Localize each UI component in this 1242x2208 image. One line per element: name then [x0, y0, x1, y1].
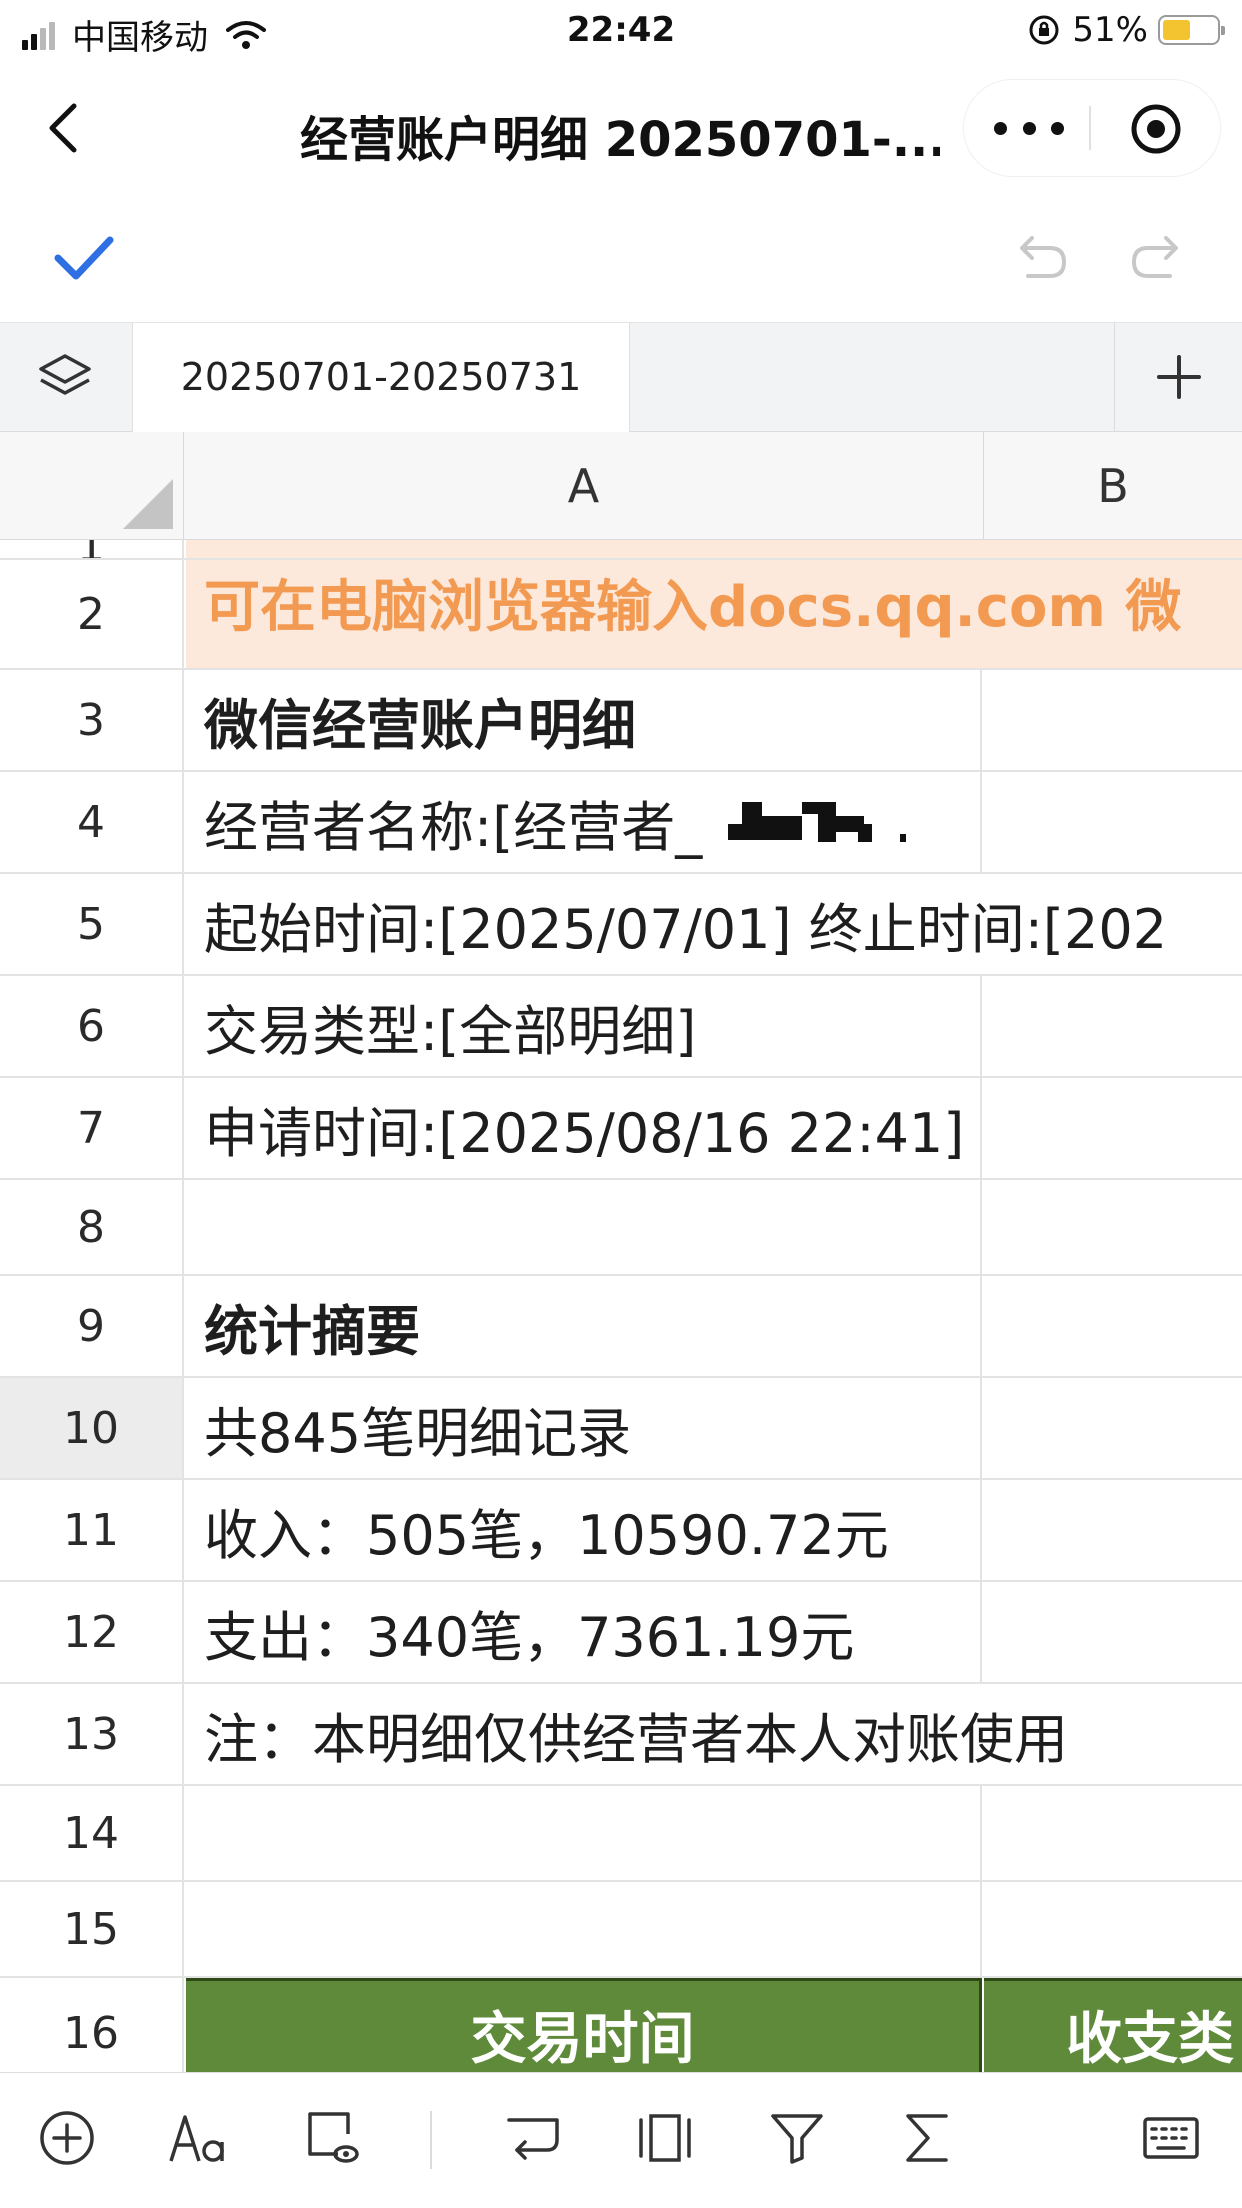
table-row[interactable]: 3 微信经营账户明细 — [0, 670, 1242, 772]
table-row[interactable]: 1 — [0, 540, 1242, 560]
cell-a[interactable] — [186, 1180, 982, 1274]
text-format-icon[interactable] — [164, 2103, 234, 2173]
rotation-lock-icon — [1029, 15, 1059, 45]
battery-fill — [1163, 20, 1190, 40]
row-number[interactable]: 13 — [0, 1684, 184, 1784]
table-row[interactable]: 4 经营者名称:[经营者_ — [0, 772, 1242, 874]
layers-icon — [39, 354, 91, 395]
sheet-tab-bar: 20250701-20250731 — [0, 322, 1242, 433]
cell-b[interactable] — [984, 1882, 1242, 1976]
row-number[interactable]: 7 — [0, 1078, 184, 1178]
table-row[interactable]: 11 收入：505笔，10590.72元 — [0, 1480, 1242, 1582]
edit-toolbar — [0, 192, 1242, 322]
row-number[interactable]: 4 — [0, 772, 184, 872]
check-icon[interactable] — [52, 230, 116, 286]
column-header-b[interactable]: B — [984, 432, 1242, 540]
cell-b[interactable] — [984, 1276, 1242, 1376]
cell-b[interactable] — [984, 772, 1242, 872]
miniprogram-capsule — [964, 80, 1220, 176]
cell-a[interactable]: 经营者名称:[经营者_ — [186, 772, 982, 872]
undo-icon[interactable] — [1010, 232, 1070, 282]
battery-percent: 51% — [1072, 10, 1148, 50]
row-number[interactable]: 8 — [0, 1180, 184, 1274]
banner-cell[interactable] — [186, 540, 1242, 558]
close-miniprogram-icon[interactable] — [1129, 102, 1183, 156]
row-number[interactable]: 15 — [0, 1882, 184, 1976]
cell-b[interactable] — [984, 1786, 1242, 1880]
nav-bar: 经营账户明细 20250701-... — [0, 62, 1242, 192]
table-row[interactable]: 2 可在电脑浏览器输入docs.qq.com 微 — [0, 560, 1242, 670]
column-header-a[interactable]: A — [184, 432, 984, 540]
table-row[interactable]: 6 交易类型:[全部明细] — [0, 976, 1242, 1078]
tab-sheet-active[interactable]: 20250701-20250731 — [132, 323, 630, 433]
cell-a[interactable]: 起始时间:[2025/07/01] 终止时间:[202 — [186, 874, 1242, 974]
table-row[interactable]: 15 — [0, 1882, 1242, 1978]
operator-name-text: 经营者名称:[经营者_ — [204, 795, 703, 859]
corner-triangle-icon — [123, 479, 173, 529]
wrap-text-icon[interactable] — [498, 2103, 568, 2173]
cell-a[interactable]: 交易类型:[全部明细] — [186, 976, 982, 1076]
table-row[interactable]: 8 — [0, 1180, 1242, 1276]
insert-icon[interactable] — [32, 2103, 102, 2173]
spreadsheet-grid[interactable]: A B 1 2 可在电脑浏览器输入docs.qq.com 微 3 微信经营账户明… — [0, 432, 1242, 2072]
row-number[interactable]: 11 — [0, 1480, 184, 1580]
sheet-list-button[interactable] — [0, 323, 130, 431]
row-number[interactable]: 6 — [0, 976, 184, 1076]
cell-b[interactable] — [984, 670, 1242, 770]
cell-b[interactable] — [984, 1582, 1242, 1682]
page-title: 经营账户明细 20250701-... — [300, 112, 940, 168]
row-number[interactable]: 16 — [0, 1978, 184, 2072]
row-number[interactable]: 1 — [0, 540, 184, 558]
add-sheet-button[interactable] — [1114, 323, 1242, 431]
keyboard-icon[interactable] — [1136, 2103, 1206, 2173]
cell-b[interactable] — [984, 1078, 1242, 1178]
sum-icon[interactable] — [892, 2103, 962, 2173]
table-row[interactable]: 7 申请时间:[2025/08/16 22:41] — [0, 1078, 1242, 1180]
table-row[interactable]: 13 注：本明细仅供经营者本人对账使用 — [0, 1684, 1242, 1786]
row-number[interactable]: 9 — [0, 1276, 184, 1376]
cell-b[interactable] — [984, 1480, 1242, 1580]
column-title-transaction-time[interactable]: 交易时间 — [186, 1978, 982, 2072]
table-row[interactable]: 16 交易时间 收支类 — [0, 1978, 1242, 2072]
table-row[interactable]: 14 — [0, 1786, 1242, 1882]
cell-b[interactable] — [984, 976, 1242, 1076]
status-right: 51% — [1028, 10, 1225, 50]
cell-a[interactable]: 共845笔明细记录 — [186, 1378, 982, 1478]
table-row[interactable]: 12 支出：340笔，7361.19元 — [0, 1582, 1242, 1684]
cell-style-icon[interactable] — [296, 2103, 366, 2173]
plus-icon — [1157, 355, 1201, 399]
filter-icon[interactable] — [762, 2103, 832, 2173]
table-row[interactable]: 5 起始时间:[2025/07/01] 终止时间:[202 — [0, 874, 1242, 976]
cell-a[interactable] — [186, 1786, 982, 1880]
cell-a[interactable]: 统计摘要 — [186, 1276, 982, 1376]
bottom-toolbar — [0, 2072, 1242, 2208]
freeze-icon[interactable] — [630, 2103, 700, 2173]
cell-b[interactable] — [984, 1180, 1242, 1274]
row-number[interactable]: 3 — [0, 670, 184, 770]
select-all-corner[interactable] — [0, 432, 184, 540]
redacted-mosaic — [728, 794, 908, 850]
cell-a[interactable]: 申请时间:[2025/08/16 22:41] — [186, 1078, 982, 1178]
battery-icon — [1158, 15, 1225, 45]
banner-text[interactable]: 可在电脑浏览器输入docs.qq.com 微 — [186, 560, 1242, 668]
row-number[interactable]: 2 — [0, 560, 184, 668]
status-bar: 中国移动 22:42 51% — [0, 0, 1242, 62]
table-row[interactable]: 10 共845笔明细记录 — [0, 1378, 1242, 1480]
cell-a[interactable]: 支出：340笔，7361.19元 — [186, 1582, 982, 1682]
redo-icon[interactable] — [1128, 232, 1188, 282]
table-row[interactable]: 9 统计摘要 — [0, 1276, 1242, 1378]
cell-a[interactable]: 收入：505笔，10590.72元 — [186, 1480, 982, 1580]
cell-a[interactable]: 微信经营账户明细 — [186, 670, 982, 770]
back-icon[interactable] — [40, 98, 90, 158]
cell-a[interactable]: 注：本明细仅供经营者本人对账使用 — [186, 1684, 1242, 1784]
column-title-income-expense-type[interactable]: 收支类 — [984, 1978, 1242, 2072]
cell-b[interactable] — [984, 1378, 1242, 1478]
row-number[interactable]: 14 — [0, 1786, 184, 1880]
more-icon[interactable] — [994, 110, 1064, 146]
row-number-selected[interactable]: 10 — [0, 1378, 184, 1478]
cell-a[interactable] — [186, 1882, 982, 1976]
row-number[interactable]: 12 — [0, 1582, 184, 1682]
row-number[interactable]: 5 — [0, 874, 184, 974]
